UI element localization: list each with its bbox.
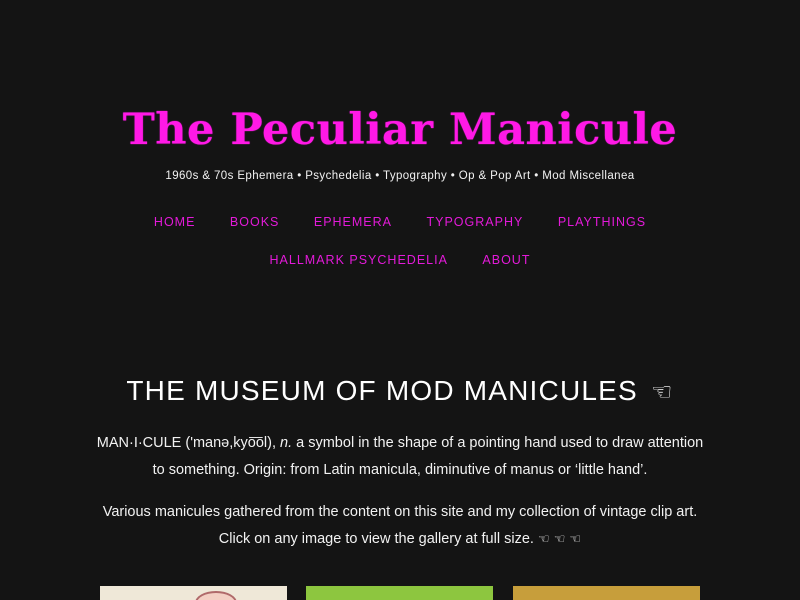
site-tagline: 1960s & 70s Ephemera • Psychedelia • Typ… [165, 170, 635, 182]
nav-item-ephemera[interactable]: EPHEMERA [314, 215, 392, 229]
page-title: THE MUSEUM OF MOD MANICULES ☜ [0, 360, 800, 409]
nav-item-home[interactable]: HOME [154, 215, 196, 229]
page-title-text: THE MUSEUM OF MOD MANICULES [126, 375, 638, 406]
pointing-hand-icon: ☜ [650, 378, 674, 406]
main-content: THE MUSEUM OF MOD MANICULES ☜ MAN·I·CULE… [0, 360, 800, 547]
gallery-thumbnail[interactable] [513, 586, 700, 600]
definition-part-of-speech: n. [280, 435, 293, 451]
hand-illustration-icon [195, 591, 237, 600]
manicule-gallery [0, 586, 800, 600]
intro-text: Various manicules gathered from the cont… [102, 504, 698, 547]
nav-item-about[interactable]: ABOUT [482, 253, 530, 267]
gallery-thumbnail[interactable] [306, 586, 493, 600]
site-header: The Peculiar Manicule 1960s & 70s Epheme… [0, 0, 800, 300]
nav-row-primary: HOME BOOKS EPHEMERA TYPOGRAPHY PLAYTHING… [0, 215, 800, 229]
gallery-thumbnail[interactable] [100, 586, 287, 600]
nav-item-typography[interactable]: TYPOGRAPHY [427, 215, 524, 229]
definition-headword: MAN·I·CULE ('manə,kyo͞ol), [96, 435, 281, 451]
nav-item-books[interactable]: BOOKS [230, 215, 279, 229]
nav-row-secondary: HALLMARK PSYCHEDELIA ABOUT [0, 253, 800, 267]
definition-paragraph: MAN·I·CULE ('manə,kyo͞ol), n. a symbol i… [90, 430, 710, 484]
site-title[interactable]: The Peculiar Manicule [0, 100, 800, 160]
pointing-hands-icon: ☜ ☜ ☜ [537, 532, 582, 547]
nav-item-hallmark-psychedelia[interactable]: HALLMARK PSYCHEDELIA [270, 253, 448, 267]
nav-item-playthings[interactable]: PLAYTHINGS [558, 215, 646, 229]
intro-paragraph: Various manicules gathered from the cont… [90, 499, 710, 553]
